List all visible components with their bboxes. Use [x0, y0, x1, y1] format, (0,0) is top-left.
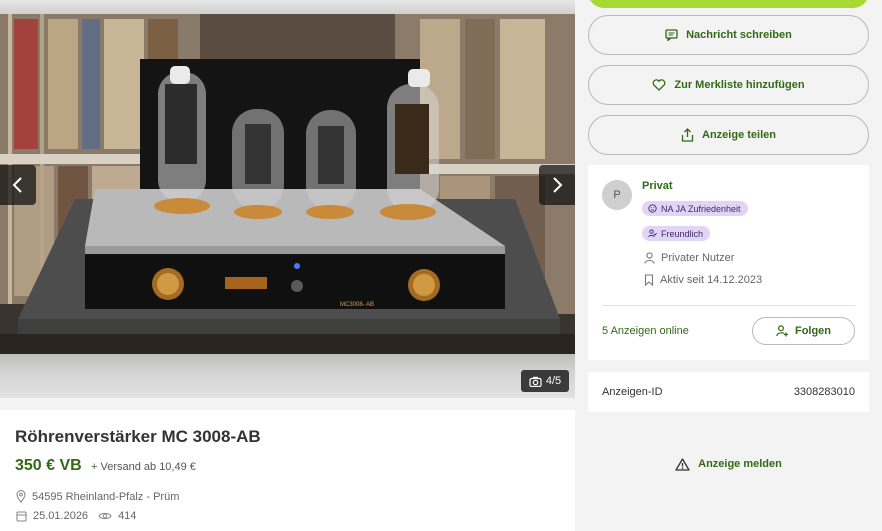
- image-counter[interactable]: 4/5: [521, 370, 569, 392]
- seller-active-since: Aktiv seit 14.12.2023: [644, 274, 762, 286]
- gallery-prev-button[interactable]: [0, 165, 36, 205]
- seller-card: P Privat NA JA Zufriedenheit Freundlich …: [588, 165, 869, 360]
- friendly-badge: Freundlich: [642, 226, 711, 241]
- image-gallery[interactable]: MC3008- AB 4/5: [0, 0, 575, 398]
- friendly-badge-label: Freundlich: [661, 228, 704, 239]
- chevron-right-icon: [553, 177, 563, 193]
- amp-model-label: MC3008- AB: [340, 302, 374, 308]
- ads-online-link[interactable]: 5 Anzeigen online: [602, 325, 689, 337]
- gallery-next-button[interactable]: [539, 165, 575, 205]
- listing-info: Röhrenverstärker MC 3008-AB 350 € VB + V…: [0, 410, 575, 531]
- share-button-label: Anzeige teilen: [702, 129, 776, 141]
- page-edge: [876, 0, 882, 531]
- listing-photo[interactable]: MC3008- AB: [0, 14, 575, 354]
- location-pin-icon: [16, 490, 26, 503]
- ad-id-card: Anzeigen-ID 3308283010: [588, 372, 869, 412]
- satisfaction-badge: NA JA Zufriedenheit: [642, 201, 748, 216]
- watchlist-button-label: Zur Merkliste hinzufügen: [674, 79, 805, 91]
- follow-button-label: Folgen: [794, 325, 832, 337]
- ad-id-value: 3308283010: [793, 386, 855, 398]
- primary-action-button[interactable]: [588, 0, 869, 8]
- avatar[interactable]: P: [602, 180, 632, 210]
- user-icon: [644, 252, 655, 264]
- eye-icon: [98, 512, 112, 520]
- share-icon: [681, 128, 694, 142]
- watchlist-button[interactable]: Zur Merkliste hinzufügen: [588, 65, 869, 105]
- meta-row: 25.01.2026 414: [16, 510, 136, 522]
- seller-active-since-text: Aktiv seit 14.12.2023: [660, 274, 763, 286]
- gallery-blur-bottom: [0, 354, 575, 398]
- ad-id-label: Anzeigen-ID: [602, 386, 663, 398]
- listing-date: 25.01.2026: [33, 510, 89, 522]
- user-follow-icon: [776, 325, 788, 337]
- satisfaction-badge-label: NA JA Zufriedenheit: [661, 203, 741, 214]
- warning-icon: [675, 457, 690, 471]
- view-count: 414: [118, 510, 137, 522]
- shipping-cost: + Versand ab 10,49 €: [91, 461, 196, 473]
- seller-name[interactable]: Privat: [642, 180, 673, 192]
- share-button[interactable]: Anzeige teilen: [588, 115, 869, 155]
- report-ad-button[interactable]: Anzeige melden: [588, 450, 869, 478]
- smiley-icon: [648, 204, 657, 213]
- amplifier-photo: MC3008- AB: [0, 14, 575, 354]
- location-text: 54595 Rheinland-Pfalz - Prüm: [32, 490, 180, 503]
- chat-icon: [665, 29, 678, 41]
- seller-type: Privater Nutzer: [644, 252, 734, 264]
- seller-divider: [602, 305, 855, 306]
- heart-icon: [652, 79, 666, 91]
- listing-main: MC3008- AB 4/5 Röhrenverstärker MC 3008-…: [0, 0, 575, 531]
- listing-title: Röhrenverstärker MC 3008-AB: [15, 427, 261, 446]
- report-ad-label: Anzeige melden: [698, 458, 782, 470]
- location-row: 54595 Rheinland-Pfalz - Prüm: [16, 490, 179, 503]
- seller-type-text: Privater Nutzer: [661, 252, 735, 264]
- follow-button[interactable]: Folgen: [752, 317, 855, 345]
- calendar-icon: [16, 511, 27, 522]
- message-button-label: Nachricht schreiben: [686, 29, 792, 41]
- image-counter-text: 4/5: [545, 375, 562, 387]
- bookmark-icon: [644, 274, 654, 286]
- person-check-icon: [648, 229, 657, 238]
- camera-icon: [529, 376, 542, 387]
- message-button[interactable]: Nachricht schreiben: [588, 15, 869, 55]
- chevron-left-icon: [12, 177, 22, 193]
- listing-price: 350 € VB: [15, 457, 82, 474]
- gallery-blur-top: [0, 0, 575, 14]
